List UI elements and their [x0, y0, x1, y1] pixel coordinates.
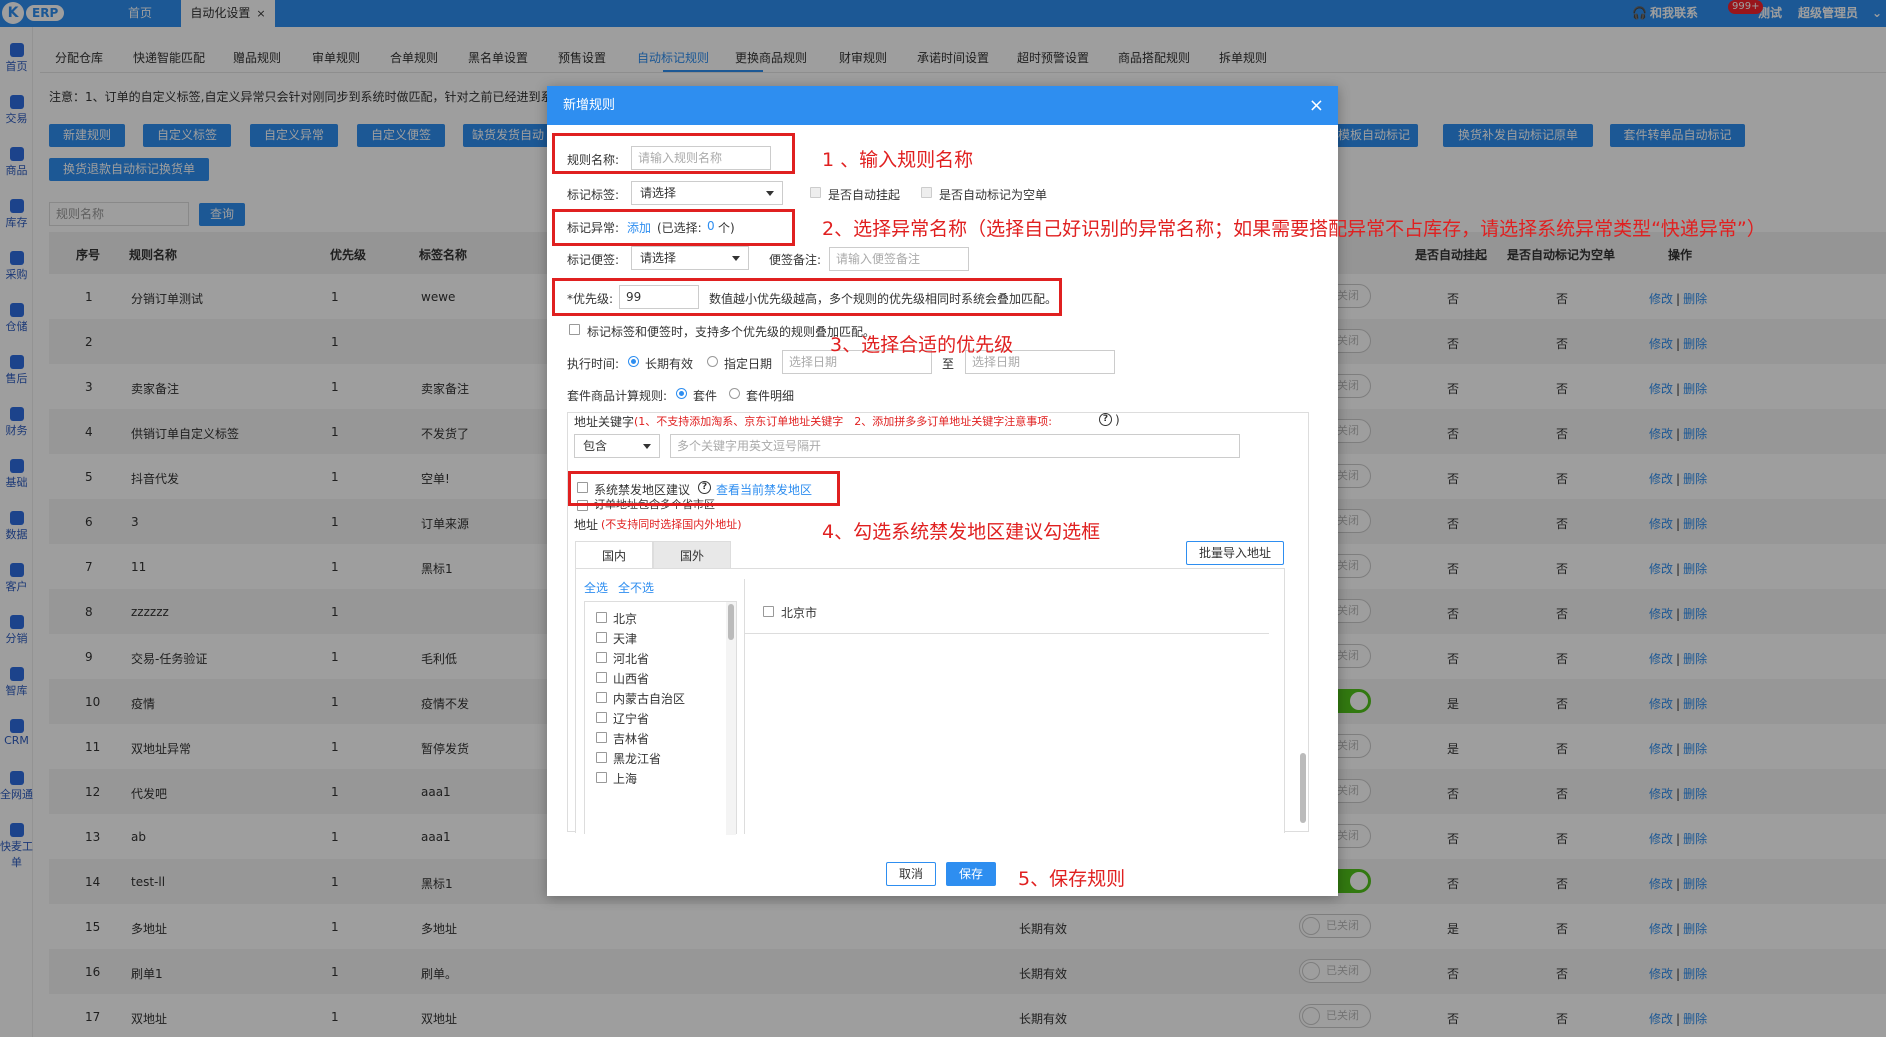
- province-scroll-thumb[interactable]: [728, 604, 734, 640]
- exec-long-radio[interactable]: [628, 356, 639, 367]
- divider: [744, 579, 745, 834]
- exec-time-label: 执行时间:: [567, 357, 620, 371]
- addr-note: (不支持同时选择国内外地址): [601, 518, 742, 531]
- select-all-link[interactable]: 全选: [584, 579, 608, 596]
- province-checkbox[interactable]: [596, 712, 607, 723]
- province-checkbox[interactable]: [596, 652, 607, 663]
- tag-label: 标记标签:: [567, 188, 620, 202]
- multi-priority-checkbox[interactable]: [569, 324, 580, 335]
- province-label: 上海: [613, 772, 638, 786]
- province-checkbox[interactable]: [596, 772, 607, 783]
- province-checkbox[interactable]: [596, 692, 607, 703]
- highlight-exception: [552, 209, 795, 246]
- province-label: 北京: [613, 612, 638, 626]
- auto-empty-checkbox[interactable]: [921, 187, 932, 198]
- annotation-2: 2、选择异常名称（选择自己好识别的异常名称；如果需要搭配异常不占库存，请选择系统…: [822, 218, 1766, 240]
- tab-foreign[interactable]: 国外: [653, 541, 731, 569]
- province-checkbox[interactable]: [596, 752, 607, 763]
- province-label: 黑龙江省: [613, 752, 662, 766]
- addr-kw-label: 地址关键字: [574, 415, 635, 429]
- chevron-down-icon: [643, 444, 651, 449]
- province-label: 吉林省: [613, 732, 650, 746]
- date-to-label: 至: [942, 357, 955, 371]
- help-icon[interactable]: ?: [1099, 412, 1112, 426]
- exec-long-label: 长期有效: [645, 357, 694, 371]
- auto-empty-label: 是否自动标记为空单: [939, 188, 1048, 202]
- addr-kw-note: (1、不支持添加淘系、京东订单地址关键字 2、添加拼多多订单地址关键字注意事项:: [634, 415, 1052, 428]
- annotation-4: 4、勾选系统禁发地区建议勾选框: [822, 521, 1101, 543]
- chevron-down-icon: [732, 256, 740, 261]
- province-label: 河北省: [613, 652, 650, 666]
- dialog-header: 新增规则 ×: [547, 86, 1338, 125]
- dialog-title: 新增规则: [563, 98, 616, 113]
- contains-value: 包含: [583, 439, 608, 453]
- city-label: 北京市: [781, 606, 818, 620]
- annotation-5: 5、保存规则: [1018, 868, 1126, 890]
- tag-select[interactable]: 请选择: [631, 181, 783, 205]
- annotation-3: 3、选择合适的优先级: [830, 334, 1014, 356]
- exec-date-label: 指定日期: [724, 357, 773, 371]
- panel-scroll-thumb[interactable]: [1300, 753, 1306, 823]
- note-remark-input[interactable]: 请输入便签备注: [829, 247, 969, 271]
- select-none-link[interactable]: 全不选: [618, 579, 654, 596]
- tag-select-value: 请选择: [640, 186, 677, 200]
- bundle-opt1-label: 套件: [693, 389, 718, 403]
- province-list: 北京天津河北省山西省内蒙古自治区 辽宁省吉林省黑龙江省上海: [584, 601, 737, 835]
- contains-select[interactable]: 包含: [574, 434, 660, 458]
- cancel-button[interactable]: 取消: [886, 862, 936, 886]
- province-checkbox[interactable]: [596, 672, 607, 683]
- auto-hold-checkbox[interactable]: [810, 187, 821, 198]
- province-label: 辽宁省: [613, 712, 650, 726]
- province-checkbox[interactable]: [596, 612, 607, 623]
- chevron-down-icon: [766, 191, 774, 196]
- highlight-forbid: [568, 471, 840, 506]
- province-checkbox[interactable]: [596, 732, 607, 743]
- annotation-1: 1 、输入规则名称: [822, 149, 974, 171]
- tab-domestic[interactable]: 国内: [575, 541, 653, 569]
- region-selector: 全选 全不选 北京天津河北省山西省内蒙古自治区 辽宁省吉林省黑龙江省上海 北京市: [575, 568, 1285, 835]
- highlight-rule-name: [552, 133, 795, 174]
- highlight-priority: [552, 278, 1062, 316]
- note-select-value: 请选择: [640, 251, 677, 265]
- bundle-detail-radio[interactable]: [729, 388, 740, 399]
- batch-import-button[interactable]: 批量导入地址: [1186, 541, 1284, 565]
- bundle-opt2-label: 套件明细: [746, 389, 795, 403]
- bundle-label: 套件商品计算规则:: [567, 389, 668, 403]
- city-checkbox[interactable]: [763, 606, 774, 617]
- province-label: 天津: [613, 632, 638, 646]
- province-scrollbar[interactable]: [726, 602, 736, 835]
- bundle-radio[interactable]: [676, 388, 687, 399]
- province-label: 内蒙古自治区: [613, 692, 686, 706]
- province-label: 山西省: [613, 672, 650, 686]
- city-list: 北京市: [745, 589, 1269, 634]
- note-select[interactable]: 请选择: [631, 246, 749, 270]
- addr-label: 地址: [574, 518, 599, 532]
- note-label: 标记便签:: [567, 253, 620, 267]
- addr-kw-note-end: ): [1115, 413, 1120, 427]
- close-icon[interactable]: ×: [1309, 86, 1324, 125]
- exec-date-radio[interactable]: [707, 356, 718, 367]
- keyword-input[interactable]: 多个关键字用英文逗号隔开: [670, 434, 1240, 458]
- note-remark-label: 便签备注:: [769, 253, 822, 267]
- auto-hold-label: 是否自动挂起: [828, 188, 901, 202]
- province-checkbox[interactable]: [596, 632, 607, 643]
- save-button[interactable]: 保存: [946, 862, 996, 886]
